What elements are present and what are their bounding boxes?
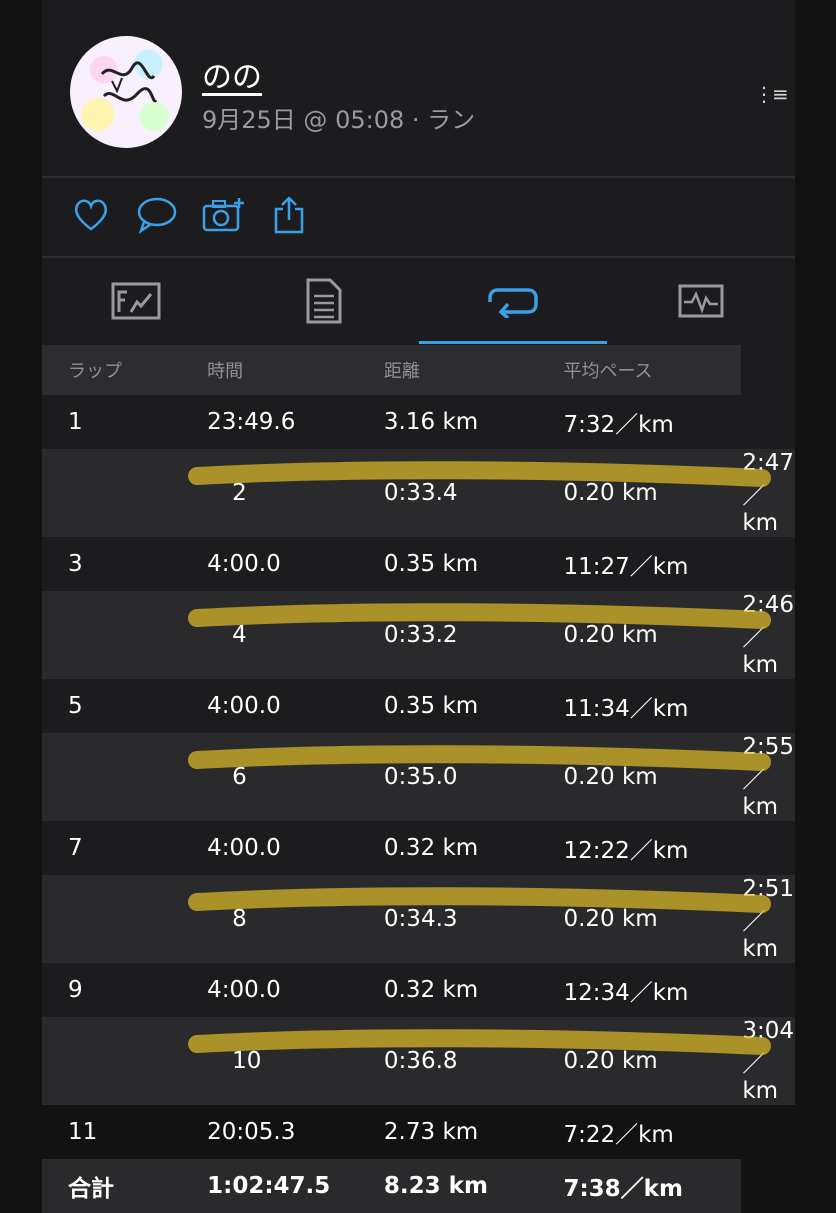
highlighter-stroke: [188, 603, 771, 629]
lap-pace: 11:27／km: [563, 554, 689, 580]
table-row[interactable]: 5 4:00.0 0.35 km 11:34／km: [42, 679, 795, 733]
lap-distance: 2.73 km: [383, 1119, 479, 1145]
activity-card: のの 9月25日 @ 05:08 · ラン ⋮≡ ラップ 時間 距離 平均ペース…: [42, 0, 795, 1213]
highlighter-stroke: [188, 745, 771, 771]
total-time: 1:02:47.5: [207, 1173, 331, 1199]
lap-number: 3: [68, 551, 83, 577]
highlight-overlay: [42, 591, 795, 643]
header-distance: 距離: [383, 361, 420, 382]
comment-button[interactable]: [134, 192, 180, 238]
tab-bar: [42, 258, 795, 344]
header-avg-pace: 平均ペース: [563, 361, 653, 382]
laps-icon: [487, 288, 538, 318]
highlighter-stroke: [188, 461, 771, 487]
heart-icon: [74, 199, 108, 231]
lap-pace: 7:32／km: [563, 412, 674, 438]
app-frame: のの 9月25日 @ 05:08 · ラン ⋮≡ ラップ 時間 距離 平均ペース…: [0, 0, 836, 1213]
highlighter-stroke: [188, 887, 771, 913]
like-button[interactable]: [68, 192, 114, 238]
lap-time: 23:49.6: [207, 409, 296, 435]
table-row[interactable]: 10 0:36.8 0.20 km 3:04／km: [42, 1017, 795, 1105]
tab-overview[interactable]: [42, 258, 230, 344]
table-row[interactable]: 4 0:33.2 0.20 km 2:46／km: [42, 591, 795, 679]
total-row: 合計 1:02:47.5 8.23 km 7:38／km: [42, 1159, 795, 1213]
lap-time: 4:00.0: [207, 977, 281, 1003]
lap-time: 4:00.0: [207, 693, 281, 719]
lap-number: 7: [68, 835, 83, 861]
overview-icon: [111, 282, 161, 320]
lap-number: 9: [68, 977, 83, 1003]
total-distance: 8.23 km: [383, 1173, 488, 1199]
laps-table-body: 1 23:49.6 3.16 km 7:32／km 2 0:33.4 0.20 km 2:47…: [42, 395, 795, 1159]
header-lap: ラップ: [68, 361, 122, 382]
table-row[interactable]: 6 0:35.0 0.20 km 2:55／km: [42, 733, 795, 821]
chart-icon: [678, 284, 724, 318]
highlight-overlay: [42, 733, 795, 785]
details-icon: [306, 278, 342, 324]
laps-table: ラップ 時間 距離 平均ペース 1 23:49.6 3.16 km 7:32／km 2 0…: [42, 345, 795, 1213]
total-label: 合計: [68, 1176, 114, 1202]
lap-distance: 0.35 km: [383, 693, 479, 719]
share-icon: [274, 196, 304, 234]
lap-distance: 3.16 km: [383, 409, 479, 435]
lap-distance: 0.32 km: [383, 977, 479, 1003]
tab-details[interactable]: [230, 258, 418, 344]
lap-time: 4:00.0: [207, 551, 281, 577]
username-link[interactable]: のの: [202, 52, 262, 96]
lap-pace: 11:34／km: [563, 696, 689, 722]
tab-laps[interactable]: [418, 258, 608, 344]
lap-pace: 12:34／km: [563, 980, 689, 1006]
highlight-overlay: [42, 875, 795, 927]
lap-number: 5: [68, 693, 83, 719]
table-row[interactable]: 1 23:49.6 3.16 km 7:32／km: [42, 395, 795, 449]
avatar-drawing-icon: [100, 61, 158, 103]
table-row[interactable]: 11 20:05.3 2.73 km 7:22／km: [42, 1105, 795, 1159]
total-pace: 7:38／km: [563, 1176, 683, 1202]
lap-time: 4:00.0: [207, 835, 281, 861]
lap-time: 20:05.3: [207, 1119, 296, 1145]
lap-distance: 0.35 km: [383, 551, 479, 577]
highlighter-stroke: [188, 1029, 771, 1055]
divider: [42, 176, 795, 178]
table-header-row: ラップ 時間 距離 平均ペース: [42, 345, 795, 395]
add-photo-icon: [202, 198, 244, 232]
add-photo-button[interactable]: [200, 192, 246, 238]
table-row[interactable]: 9 4:00.0 0.32 km 12:34／km: [42, 963, 795, 1017]
table-row[interactable]: 3 4:00.0 0.35 km 11:27／km: [42, 537, 795, 591]
lap-pace: 7:22／km: [563, 1122, 674, 1148]
table-row[interactable]: 2 0:33.4 0.20 km 2:47／km: [42, 449, 795, 537]
table-row[interactable]: 8 0:34.3 0.20 km 2:51／km: [42, 875, 795, 963]
action-bar: [68, 192, 312, 242]
activity-meta: 9月25日 @ 05:08 · ラン: [202, 106, 476, 134]
share-button[interactable]: [266, 192, 312, 238]
table-row[interactable]: 7 4:00.0 0.32 km 12:22／km: [42, 821, 795, 875]
lap-distance: 0.32 km: [383, 835, 479, 861]
more-options-icon[interactable]: ⋮≡: [754, 82, 789, 106]
highlight-overlay: [42, 449, 795, 501]
lap-pace: 12:22／km: [563, 838, 689, 864]
highlight-overlay: [42, 1017, 795, 1069]
avatar[interactable]: [70, 36, 182, 148]
comment-icon: [137, 197, 177, 234]
lap-number: 11: [68, 1119, 98, 1145]
header-time: 時間: [207, 361, 244, 382]
lap-number: 1: [68, 409, 83, 435]
tab-chart[interactable]: [607, 258, 795, 344]
